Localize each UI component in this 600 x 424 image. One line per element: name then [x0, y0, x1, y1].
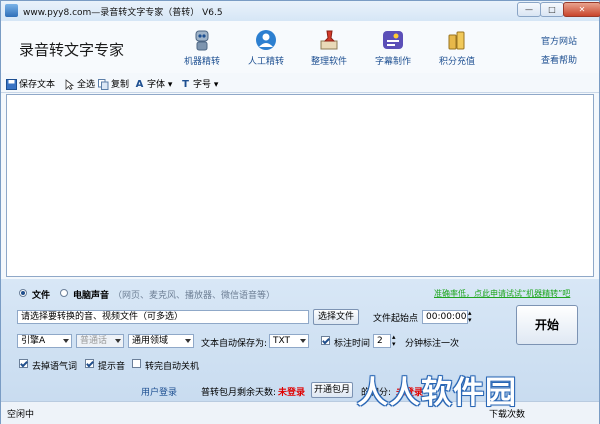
- cursor-icon: [65, 79, 75, 90]
- chevron-down-icon: [63, 339, 69, 343]
- text-editor[interactable]: [6, 94, 594, 277]
- window-title: www.pyy8.com—录音转文字专家（普转） V6.5: [23, 8, 223, 18]
- font-icon: A: [135, 79, 144, 90]
- computer-audio-label: 电脑声音: [73, 291, 110, 301]
- save-text-button[interactable]: 保存文本: [6, 77, 55, 90]
- app-icon: [5, 4, 18, 17]
- interval-spinner[interactable]: ▴ ▾: [392, 334, 396, 348]
- copy-button[interactable]: 复制: [98, 77, 129, 90]
- mark-time-label: 标注时间: [334, 339, 371, 349]
- autosave-label: 文本自动保存为:: [201, 339, 268, 349]
- official-site-link[interactable]: 官方网站: [541, 34, 577, 47]
- chevron-down-icon: ▾: [167, 80, 173, 90]
- domain-select[interactable]: 通用领域: [128, 334, 194, 348]
- interval-input[interactable]: 2: [373, 334, 391, 348]
- chevron-down-icon: [115, 339, 121, 343]
- computer-audio-hint: （网页、麦克风、播放器、微信语音等）: [113, 291, 276, 301]
- help-link[interactable]: 查看帮助: [541, 53, 577, 66]
- coins-icon: [448, 31, 465, 50]
- engine-value: 引擎A: [21, 336, 46, 346]
- header: 录音转文字专家 机器精转 人工精转 整理软件 字幕制作 积分充值 官方网站 查看…: [1, 21, 599, 73]
- language-select: 普通话: [76, 334, 124, 348]
- font-size-button[interactable]: T 字号 ▾: [180, 77, 218, 90]
- interval-label: 分钟标注一次: [405, 339, 460, 349]
- remaining-days-label: 普转包月剩余天数:: [201, 388, 277, 398]
- subtitle-icon: [383, 31, 403, 49]
- autosave-format-value: TXT: [273, 336, 291, 346]
- file-radio[interactable]: [19, 289, 27, 297]
- domain-value: 通用领域: [132, 336, 169, 346]
- font-size-icon: T: [182, 79, 189, 90]
- start-point-label: 文件起始点: [373, 314, 419, 324]
- start-point-spinner[interactable]: ▴ ▾: [468, 310, 472, 324]
- nav-human-transcribe[interactable]: 人工精转: [238, 29, 294, 73]
- auto-shutdown-label: 转完自动关机: [145, 362, 200, 372]
- font-button[interactable]: A 字体 ▾: [134, 77, 173, 90]
- monthly-plan-button[interactable]: 开通包月: [311, 382, 353, 398]
- copy-icon: [98, 79, 109, 90]
- site-watermark: 人人软件园: [357, 375, 517, 411]
- language-value: 普通话: [80, 336, 108, 346]
- auto-shutdown-checkbox[interactable]: [132, 359, 141, 368]
- nav-label: 整理软件: [310, 57, 347, 67]
- nav-organize-software[interactable]: 整理软件: [301, 29, 357, 73]
- pushpin-icon: [320, 30, 338, 50]
- select-all-label: 全选: [77, 80, 96, 90]
- app-name: 录音转文字专家: [19, 41, 125, 59]
- nav-subtitle-make[interactable]: 字幕制作: [365, 29, 421, 73]
- engine-select[interactable]: 引擎A: [17, 334, 72, 348]
- nav-label: 字幕制作: [374, 57, 411, 67]
- main-window: www.pyy8.com—录音转文字专家（普转） V6.5 — □ ✕ 录音转文…: [0, 0, 600, 424]
- remaining-days-value: 未登录: [278, 388, 306, 398]
- start-point-input[interactable]: 00:00:00: [422, 310, 468, 324]
- nav-points-recharge[interactable]: 积分充值: [429, 29, 485, 73]
- nav-label: 机器精转: [183, 57, 220, 67]
- file-radio-label: 文件: [32, 291, 51, 301]
- chevron-down-icon: ▾: [213, 80, 219, 90]
- person-icon: [256, 30, 276, 50]
- copy-label: 复制: [111, 80, 130, 90]
- computer-audio-radio[interactable]: [60, 289, 68, 297]
- chevron-down-icon: [185, 339, 191, 343]
- start-button[interactable]: 开始: [516, 305, 578, 345]
- user-login-link[interactable]: 用户登录: [141, 385, 177, 398]
- robot-icon: [195, 30, 209, 51]
- autosave-format-select[interactable]: TXT: [269, 334, 309, 348]
- select-all-button[interactable]: 全选: [64, 77, 95, 90]
- remove-fillers-checkbox[interactable]: [19, 359, 28, 368]
- minimize-button[interactable]: —: [517, 2, 541, 17]
- close-button[interactable]: ✕: [563, 2, 600, 17]
- font-size-label: 字号: [193, 80, 212, 90]
- save-icon: [6, 79, 17, 90]
- nav-label: 积分充值: [438, 57, 475, 67]
- title-bar: www.pyy8.com—录音转文字专家（普转） V6.5 — □ ✕: [1, 1, 600, 21]
- font-label: 字体: [147, 80, 166, 90]
- select-file-button[interactable]: 选择文件: [313, 309, 359, 325]
- nav-label: 人工精转: [247, 57, 284, 67]
- status-text: 空闲中: [7, 410, 35, 420]
- nav-machine-transcribe[interactable]: 机器精转: [174, 29, 230, 73]
- beep-label: 提示音: [98, 362, 126, 372]
- file-path-input[interactable]: 请选择要转换的音、视频文件（可多选）: [17, 310, 309, 324]
- beep-checkbox[interactable]: [85, 359, 94, 368]
- mark-time-checkbox[interactable]: [321, 336, 330, 345]
- toolbar: 保存文本 全选 复制 A 字体 ▾ T 字号 ▾: [1, 74, 599, 93]
- promo-link[interactable]: 准确率低，点此申请试试“机器精转”吧: [434, 288, 570, 299]
- maximize-button[interactable]: □: [540, 2, 564, 17]
- save-text-label: 保存文本: [19, 80, 56, 90]
- remove-fillers-label: 去掉语气词: [32, 362, 78, 372]
- chevron-down-icon: [300, 339, 306, 343]
